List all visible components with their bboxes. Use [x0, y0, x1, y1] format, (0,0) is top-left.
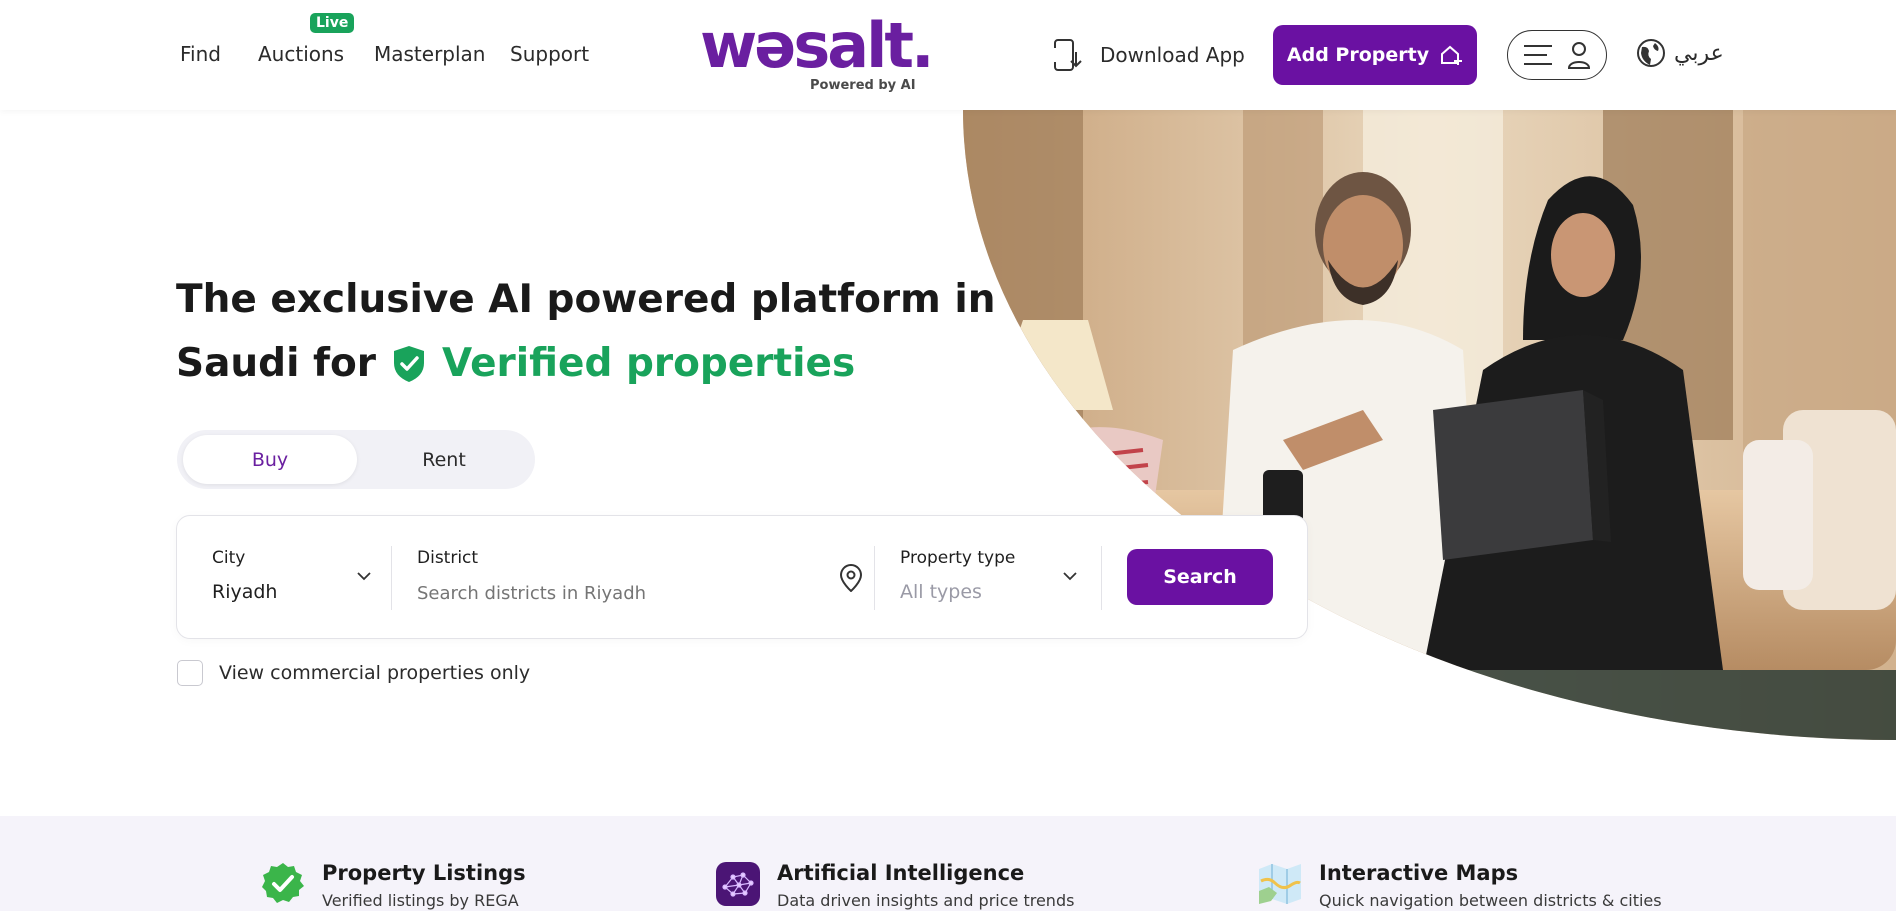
city-select[interactable]: City Riyadh	[177, 516, 391, 638]
hero-photo-illustration	[963, 110, 1896, 740]
feature-title: Property Listings	[322, 861, 526, 885]
verified-check-icon	[262, 863, 304, 903]
menu-profile-button[interactable]	[1507, 30, 1607, 80]
add-property-button[interactable]: Add Property	[1273, 25, 1477, 85]
home-plus-icon	[1441, 45, 1463, 65]
headline-line-1: The exclusive AI powered platform in	[176, 277, 996, 322]
property-search-box: City Riyadh District Property type All t…	[176, 515, 1308, 639]
wasalt-logo[interactable]: wəsalt. Powered by AI	[700, 8, 935, 94]
location-pin-icon[interactable]	[840, 564, 862, 592]
language-switch[interactable]: عربي	[1636, 38, 1724, 68]
user-icon	[1567, 42, 1591, 69]
tab-buy[interactable]: Buy	[183, 435, 357, 484]
district-search-input[interactable]	[417, 578, 787, 608]
feature-description: Quick navigation between districts & cit…	[1319, 891, 1662, 910]
phone-download-icon	[1052, 39, 1082, 71]
add-property-label: Add Property	[1286, 44, 1430, 66]
logo-wordmark: wəsalt.	[700, 9, 935, 82]
feature-description: Verified listings by REGA	[322, 891, 519, 910]
nav-support[interactable]: Support	[510, 42, 589, 66]
buy-rent-toggle: Buy Rent	[177, 430, 535, 489]
page: Find Auctions Live Masterplan Support wə…	[0, 0, 1896, 911]
live-badge: Live	[310, 13, 355, 33]
nav-find[interactable]: Find	[180, 42, 221, 66]
logo-tagline: Powered by AI	[810, 78, 916, 93]
search-button[interactable]: Search	[1127, 549, 1273, 605]
ai-network-icon	[716, 862, 760, 906]
download-app-link[interactable]: Download App	[1052, 38, 1245, 72]
features-band: Property Listings Verified listings by R…	[0, 816, 1896, 911]
feature-description: Data driven insights and price trends	[777, 891, 1075, 910]
field-divider	[391, 546, 392, 610]
city-label: City	[212, 548, 246, 568]
hamburger-icon	[1524, 45, 1552, 65]
nav-masterplan[interactable]: Masterplan	[374, 42, 485, 66]
headline-line-2-prefix: Saudi for	[176, 341, 377, 386]
field-divider	[1101, 546, 1102, 610]
property-type-label: Property type	[900, 548, 1016, 568]
property-type-value: All types	[900, 581, 982, 603]
feature-title: Interactive Maps	[1319, 861, 1519, 885]
feature-artificial-intelligence: Artificial Intelligence Data driven insi…	[715, 861, 1074, 910]
globe-icon	[1637, 39, 1665, 67]
headline-highlight: Verified properties	[442, 341, 856, 386]
city-value: Riyadh	[212, 581, 278, 603]
chevron-down-icon	[357, 572, 371, 581]
download-app-label: Download App	[1100, 43, 1245, 67]
verified-shield-icon	[394, 346, 425, 382]
chevron-down-icon	[1063, 572, 1077, 581]
language-label: عربي	[1674, 40, 1724, 66]
top-header: Find Auctions Live Masterplan Support wə…	[0, 0, 1896, 110]
nav-auctions[interactable]: Auctions	[258, 42, 344, 66]
feature-title: Artificial Intelligence	[777, 861, 1025, 885]
property-type-select[interactable]: Property type All types	[875, 516, 1101, 638]
commercial-label: View commercial properties only	[219, 662, 531, 684]
map-icon	[1259, 864, 1301, 904]
commercial-only-option[interactable]: View commercial properties only	[177, 660, 530, 686]
hero-photo	[963, 110, 1896, 740]
commercial-checkbox[interactable]	[177, 660, 203, 686]
feature-interactive-maps: Interactive Maps Quick navigation betwee…	[1257, 861, 1662, 910]
district-label: District	[417, 548, 479, 568]
feature-property-listings: Property Listings Verified listings by R…	[260, 861, 526, 910]
tab-rent[interactable]: Rent	[357, 435, 531, 484]
hero-headline: The exclusive AI powered platform in Sau…	[176, 268, 996, 396]
